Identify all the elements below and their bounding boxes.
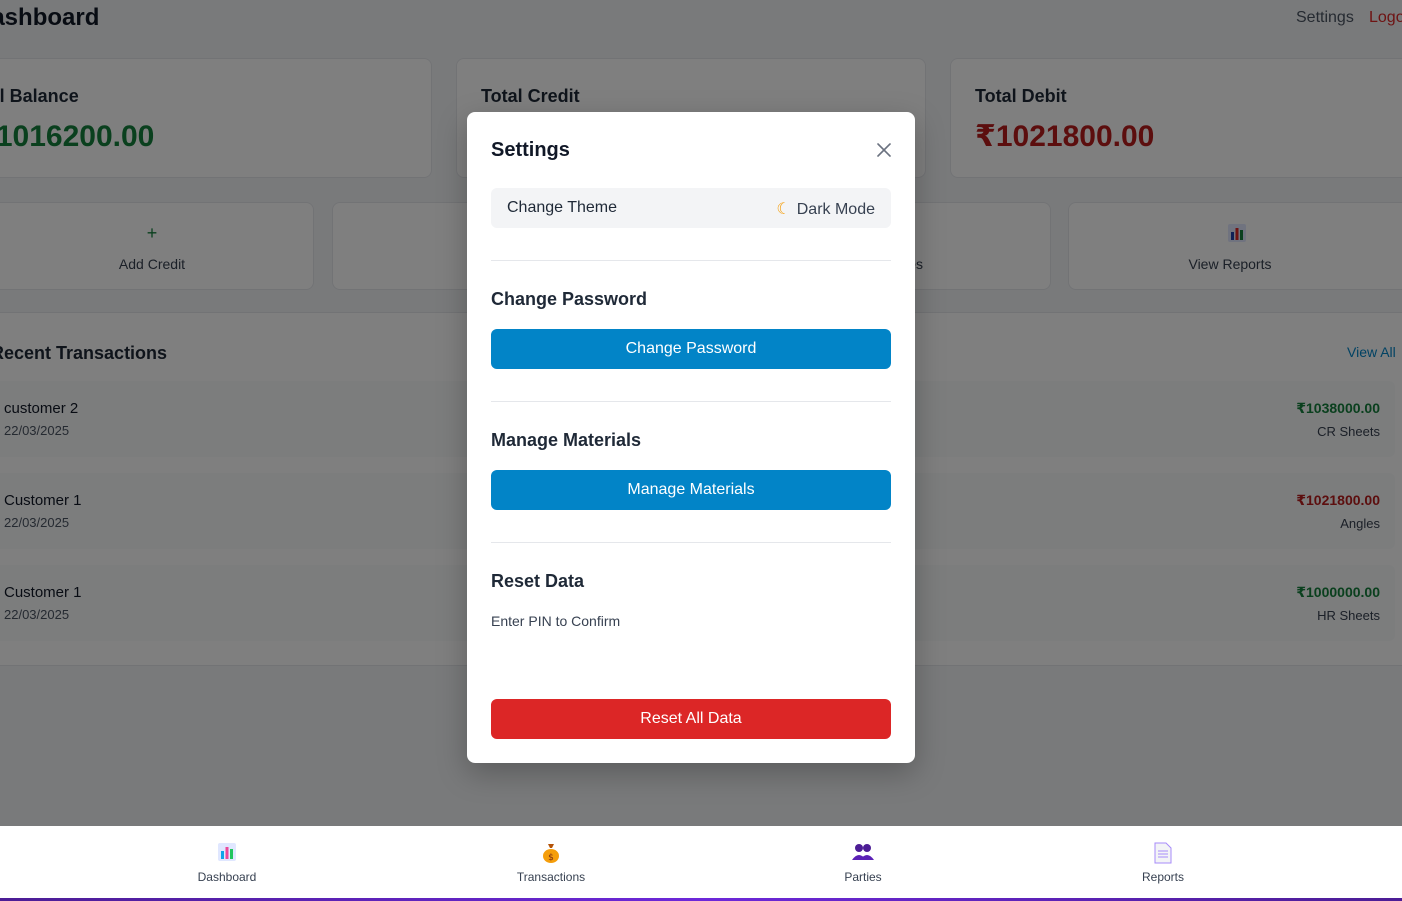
divider [491, 542, 891, 543]
modal-title: Settings [491, 139, 570, 161]
divider [491, 260, 891, 261]
divider [491, 401, 891, 402]
document-icon [1103, 842, 1223, 868]
dark-mode-toggle[interactable]: ☾ Dark Mode [776, 199, 875, 219]
nav-dashboard-label: Dashboard [197, 870, 257, 884]
svg-text:$: $ [548, 853, 554, 863]
reset-all-data-button[interactable]: Reset All Data [491, 699, 891, 739]
dark-mode-label: Dark Mode [796, 201, 875, 218]
close-icon[interactable] [875, 141, 893, 159]
manage-materials-title: Manage Materials [491, 430, 642, 450]
pin-label: Enter PIN to Confirm [491, 613, 621, 629]
manage-materials-button[interactable]: Manage Materials [491, 470, 891, 510]
people-icon [803, 842, 923, 868]
nav-transactions[interactable]: $ Transactions [491, 842, 611, 884]
settings-modal: Settings Change Theme ☾ Dark Mode Change … [467, 112, 915, 763]
dashboard-page: Dashboard Settings Logout Total Balance … [0, 0, 1402, 901]
money-bag-icon: $ [491, 842, 611, 868]
nav-parties-label: Parties [844, 870, 882, 884]
change-password-button[interactable]: Change Password [491, 329, 891, 369]
reset-data-title: Reset Data [491, 571, 585, 591]
nav-reports[interactable]: Reports [1103, 842, 1223, 884]
theme-row: Change Theme ☾ Dark Mode [491, 188, 891, 228]
nav-parties[interactable]: Parties [803, 842, 923, 884]
nav-reports-label: Reports [1141, 870, 1185, 884]
nav-dashboard[interactable]: Dashboard [167, 842, 287, 884]
moon-icon: ☾ [776, 201, 791, 218]
change-password-title: Change Password [491, 289, 648, 309]
change-theme-label: Change Theme [507, 199, 617, 216]
bar-chart-icon [167, 842, 287, 868]
nav-transactions-label: Transactions [516, 870, 586, 884]
bottom-nav: Dashboard $ Transactions Parties Reports [0, 826, 1402, 901]
